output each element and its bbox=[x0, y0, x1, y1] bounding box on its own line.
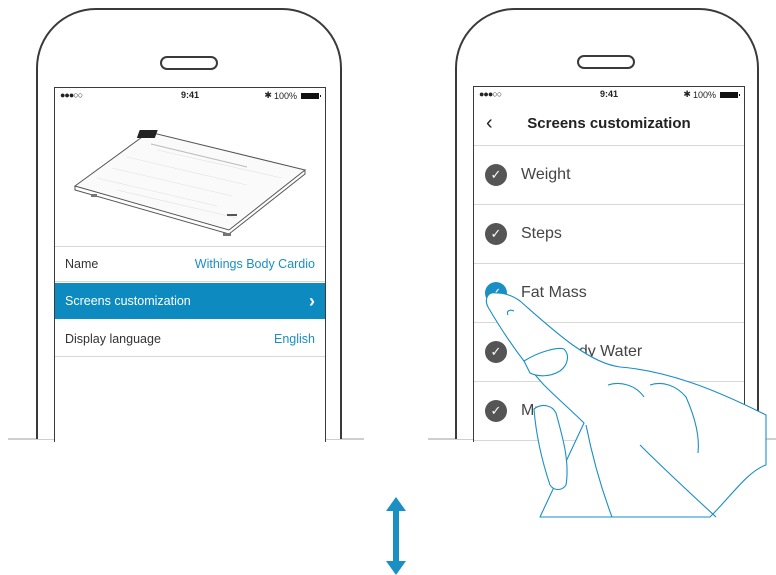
checkmark-icon[interactable]: ✓ bbox=[485, 164, 507, 186]
nav-title: Screens customization bbox=[527, 114, 691, 132]
checkmark-icon[interactable]: ✓ bbox=[485, 223, 507, 245]
screens-customization-label: Screens customization bbox=[65, 294, 191, 308]
display-language-value: English bbox=[274, 331, 315, 346]
status-bar: ●●●○○ 9:41 ✱ 100% bbox=[55, 88, 325, 102]
pointing-hand-illustration bbox=[485, 292, 767, 518]
metric-row-steps[interactable]: ✓ Steps bbox=[474, 205, 744, 264]
screens-customization-row[interactable]: Screens customization › bbox=[55, 283, 325, 319]
nav-bar: ‹ Screens customization bbox=[474, 101, 744, 146]
battery-icon bbox=[301, 92, 321, 99]
name-row[interactable]: Name Withings Body Cardio bbox=[55, 246, 325, 282]
display-language-row[interactable]: Display language English bbox=[55, 321, 325, 357]
back-chevron-icon[interactable]: ‹ bbox=[486, 112, 493, 135]
battery-icon bbox=[720, 91, 740, 98]
status-bar: ●●●○○ 9:41 ✱ 100% bbox=[474, 87, 744, 101]
metric-label: Steps bbox=[521, 225, 562, 242]
left-screen: ●●●○○ 9:41 ✱ 100% Name Withings Body Car… bbox=[54, 87, 326, 442]
metric-row-weight[interactable]: ✓ Weight bbox=[474, 146, 744, 205]
vertical-double-arrow-icon bbox=[386, 497, 406, 575]
bluetooth-icon: ✱ bbox=[683, 89, 691, 99]
speaker bbox=[577, 55, 635, 69]
speaker bbox=[160, 56, 218, 70]
bluetooth-icon: ✱ bbox=[264, 90, 272, 100]
scale-image bbox=[73, 130, 307, 236]
left-phone: ●●●○○ 9:41 ✱ 100% Name Withings Body Car… bbox=[36, 8, 342, 442]
chevron-right-icon: › bbox=[309, 290, 315, 311]
metric-label: Weight bbox=[521, 166, 571, 183]
battery-percent: 100% bbox=[692, 89, 716, 100]
battery-percent: 100% bbox=[273, 90, 297, 101]
name-label: Name bbox=[65, 257, 99, 271]
name-value: Withings Body Cardio bbox=[194, 257, 315, 271]
display-language-label: Display language bbox=[65, 331, 161, 346]
